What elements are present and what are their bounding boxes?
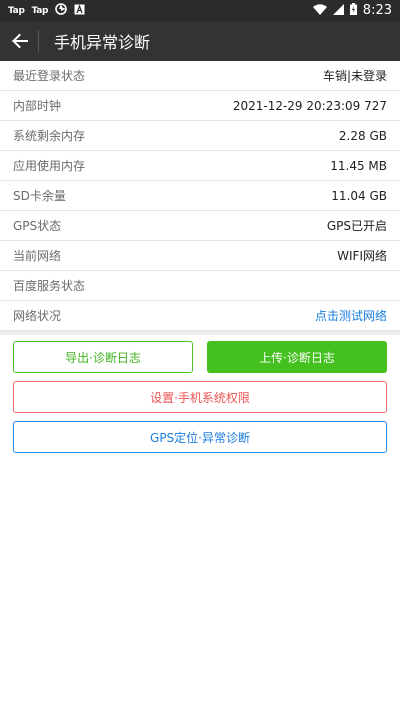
row-value: 2021-12-29 20:23:09 727 — [232, 98, 387, 113]
test-network-link[interactable]: 点击测试网络 — [315, 307, 387, 324]
row-sd-card: SD卡余量 11.04 GB — [0, 181, 400, 211]
row-label: SD卡余量 — [13, 189, 66, 203]
row-value: WIFI网络 — [337, 249, 387, 263]
row-label: 当前网络 — [13, 249, 62, 263]
row-value: 11.04 GB — [331, 188, 387, 203]
page-title: 手机异常诊断 — [54, 33, 151, 52]
row-label: 内部时钟 — [13, 99, 62, 113]
row-label: 百度服务状态 — [13, 279, 86, 293]
row-value: 2.28 GB — [338, 128, 387, 143]
export-log-button[interactable]: 导出·诊断日志 — [13, 341, 193, 373]
back-button[interactable] — [2, 21, 38, 61]
row-label: 系统剩余内存 — [13, 129, 86, 143]
battery-icon — [349, 3, 357, 18]
row-network-condition: 网络状况 点击测试网络 — [0, 301, 400, 331]
diagnostic-info-list: 最近登录状态 车销|未登录 内部时钟 2021-12-29 20:23:09 7… — [0, 61, 400, 331]
row-gps-status: GPS状态 GPS已开启 — [0, 211, 400, 241]
status-bar-left: Tap Tap — [8, 3, 85, 18]
row-label: 网络状况 — [13, 309, 62, 323]
row-value: GPS已开启 — [326, 219, 387, 233]
row-current-network: 当前网络 WIFI网络 — [0, 241, 400, 271]
status-bar: Tap Tap 8:23 — [0, 0, 400, 21]
upload-log-button[interactable]: 上传·诊断日志 — [207, 341, 387, 373]
tap-app-icon: Tap — [31, 5, 49, 16]
toolbar-divider — [38, 30, 39, 52]
section-divider — [0, 331, 400, 335]
row-value: 车销|未登录 — [322, 69, 387, 83]
row-app-memory: 应用使用内存 11.45 MB — [0, 151, 400, 181]
row-login-status: 最近登录状态 车销|未登录 — [0, 61, 400, 91]
row-system-free-memory: 系统剩余内存 2.28 GB — [0, 121, 400, 151]
wifi-icon — [312, 3, 327, 18]
row-value: 11.45 MB — [330, 158, 387, 173]
status-bar-right: 8:23 — [312, 3, 392, 18]
row-internal-clock: 内部时钟 2021-12-29 20:23:09 727 — [0, 91, 400, 121]
system-permissions-button[interactable]: 设置·手机系统权限 — [13, 381, 387, 413]
arrow-left-icon — [12, 33, 28, 49]
row-label: 最近登录状态 — [13, 69, 86, 83]
tap-app-icon: Tap — [8, 5, 25, 16]
cellular-signal-icon — [332, 3, 344, 18]
row-baidu-service: 百度服务状态 — [0, 271, 400, 301]
status-time: 8:23 — [362, 3, 392, 18]
toolbar: 手机异常诊断 — [0, 21, 400, 61]
row-label: 应用使用内存 — [13, 159, 86, 173]
row-label: GPS状态 — [13, 219, 62, 233]
aperture-icon — [55, 3, 68, 18]
gps-diagnosis-button[interactable]: GPS定位·异常诊断 — [13, 421, 387, 453]
a-notification-icon — [74, 3, 85, 18]
